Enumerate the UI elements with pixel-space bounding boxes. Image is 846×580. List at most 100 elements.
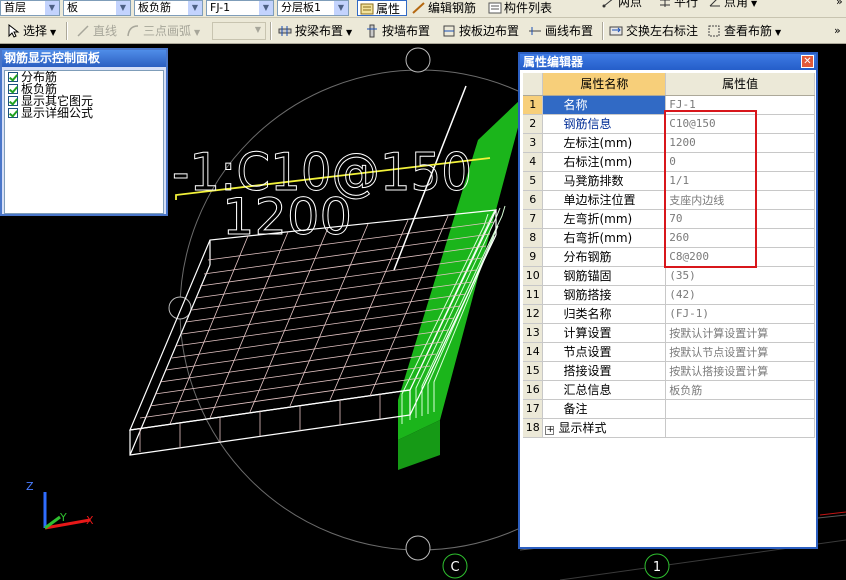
row-number: 5 — [523, 171, 544, 191]
row-number: 7 — [523, 209, 544, 229]
property-name: 计算设置 — [542, 323, 667, 343]
property-name: 分布钢筋 — [542, 247, 667, 267]
layout-by-slab-edge-button[interactable]: 按板边布置 — [442, 22, 519, 40]
slab-edge-icon — [443, 25, 455, 37]
chevron-down-icon: ▼ — [45, 1, 59, 15]
checkbox-icon[interactable] — [8, 84, 18, 94]
property-name: + 显示样式 — [542, 418, 667, 438]
property-value[interactable]: 按默认节点设置计算 — [665, 342, 815, 362]
property-row[interactable]: 13 计算设置 按默认计算设置计算 — [523, 323, 815, 343]
axis-marker — [168, 296, 192, 320]
caret-down-icon: ▼ — [346, 28, 353, 37]
pencil-icon — [412, 2, 425, 14]
floor-select[interactable]: 首层 ▼ — [0, 0, 60, 16]
toolbar-separator — [602, 22, 604, 40]
property-value[interactable]: (FJ-1) — [665, 304, 815, 324]
property-name-header: 属性名称 — [542, 73, 667, 96]
property-name: 钢筋锚固 — [542, 266, 667, 286]
line-button[interactable]: 直线 — [76, 22, 117, 40]
property-name: 左弯折(mm) — [542, 209, 667, 229]
checkbox-icon[interactable] — [8, 108, 18, 118]
toolbar-overflow-icon[interactable]: » — [834, 22, 841, 40]
row-number: 6 — [523, 190, 544, 210]
row-number: 8 — [523, 228, 544, 248]
axis-label-1: 1 — [653, 560, 661, 575]
edit-rebar-button[interactable]: 编辑钢筋 — [410, 0, 482, 16]
property-row[interactable]: 14 节点设置 按默认节点设置计算 — [523, 342, 815, 362]
property-row[interactable]: 10 钢筋锚固 (35) — [523, 266, 815, 286]
draw-line-layout-button[interactable]: 画线布置 — [528, 22, 593, 40]
property-row[interactable]: 18 + 显示样式 — [523, 418, 815, 438]
toolbar-separator — [66, 22, 68, 40]
property-value[interactable]: 按默认搭接设置计算 — [665, 361, 815, 381]
row-number: 4 — [523, 152, 544, 172]
property-row[interactable]: 17 备注 — [523, 399, 815, 419]
point-angle-button[interactable]: 点角 ▼ — [706, 0, 770, 10]
select-button[interactable]: 选择 ▼ — [6, 22, 56, 40]
arc-options-select[interactable]: ▼ — [212, 22, 266, 40]
caret-down-icon: ▼ — [50, 28, 57, 37]
properties-button[interactable]: 属性 — [357, 0, 407, 16]
toolbar-separator — [270, 22, 272, 40]
swap-labels-button[interactable]: 交换左右标注 — [609, 22, 698, 40]
layout-by-beam-button[interactable]: 按梁布置 ▼ — [278, 22, 352, 40]
caret-down-icon: ▼ — [775, 28, 782, 37]
line-icon — [77, 25, 89, 37]
type-select[interactable]: 板负筋 ▼ — [134, 0, 203, 16]
grid-line — [819, 511, 846, 516]
name-select[interactable]: FJ-1 ▼ — [206, 0, 274, 16]
beam-layout-icon — [278, 26, 292, 36]
view-rebar-icon — [708, 25, 720, 37]
close-icon[interactable]: ✕ — [801, 55, 814, 68]
property-value[interactable] — [665, 418, 815, 438]
properties-icon — [360, 3, 374, 15]
row-number: 11 — [523, 285, 544, 305]
highlight-box — [664, 110, 757, 268]
property-name: 归类名称 — [542, 304, 667, 324]
property-value[interactable]: (42) — [665, 285, 815, 305]
checkbox-show-detailed-formula[interactable]: 显示详细公式 — [5, 107, 163, 119]
checkbox-icon[interactable] — [8, 72, 18, 82]
property-name: 右标注(mm) — [542, 152, 667, 172]
parallel-button[interactable]: 平行 — [656, 0, 704, 10]
property-name: 节点设置 — [542, 342, 667, 362]
property-row[interactable]: 11 钢筋搭接 (42) — [523, 285, 815, 305]
cursor-icon — [8, 24, 20, 38]
row-number: 10 — [523, 266, 544, 286]
property-row[interactable]: 16 汇总信息 板负筋 — [523, 380, 815, 400]
row-number: 12 — [523, 304, 544, 324]
axis-x-label: X — [86, 514, 94, 527]
component-list-button[interactable]: 构件列表 — [486, 0, 558, 16]
property-row[interactable]: 12 归类名称 (FJ-1) — [523, 304, 815, 324]
ucs-axis-indicator: Z Y X — [26, 480, 94, 530]
toolbar-row-2: 选择 ▼ 直线 三点画弧 ▼ ▼ 按梁布置 ▼ 按墙布置 按板边布置 画线布置 交换左… — [0, 18, 846, 44]
property-name: 右弯折(mm) — [542, 228, 667, 248]
property-value[interactable]: 按默认计算设置计算 — [665, 323, 815, 343]
property-name: 搭接设置 — [542, 361, 667, 381]
layer-select[interactable]: 分层板1 ▼ — [277, 0, 349, 16]
property-name: 备注 — [542, 399, 667, 419]
chevron-down-icon: ▼ — [116, 1, 130, 15]
property-value[interactable] — [665, 399, 815, 419]
row-number: 2 — [523, 114, 544, 134]
property-name: 单边标注位置 — [542, 190, 667, 210]
property-value[interactable]: 板负筋 — [665, 380, 815, 400]
row-number: 1 — [523, 95, 544, 115]
expand-icon[interactable]: + — [545, 426, 555, 435]
row-number: 3 — [523, 133, 544, 153]
swap-icon — [609, 26, 623, 36]
checkbox-icon[interactable] — [8, 96, 18, 106]
axis-z-label: Z — [26, 480, 34, 493]
two-points-button[interactable]: 两点 — [600, 0, 652, 10]
layout-by-wall-button[interactable]: 按墙布置 — [365, 22, 430, 40]
property-value[interactable]: (35) — [665, 266, 815, 286]
toolbar-overflow-icon[interactable]: » — [834, 0, 846, 10]
property-row[interactable]: 15 搭接设置 按默认搭接设置计算 — [523, 361, 815, 381]
view-layout-button[interactable]: 查看布筋 ▼ — [707, 22, 781, 40]
component-select[interactable]: 板 ▼ — [63, 0, 131, 16]
axis-label-c: C — [450, 560, 459, 575]
property-editor-title: 属性编辑器 ✕ — [520, 54, 816, 70]
property-name: 名称 — [542, 95, 667, 115]
draw-line-icon — [529, 27, 541, 35]
three-point-arc-button[interactable]: 三点画弧 ▼ — [126, 22, 200, 40]
